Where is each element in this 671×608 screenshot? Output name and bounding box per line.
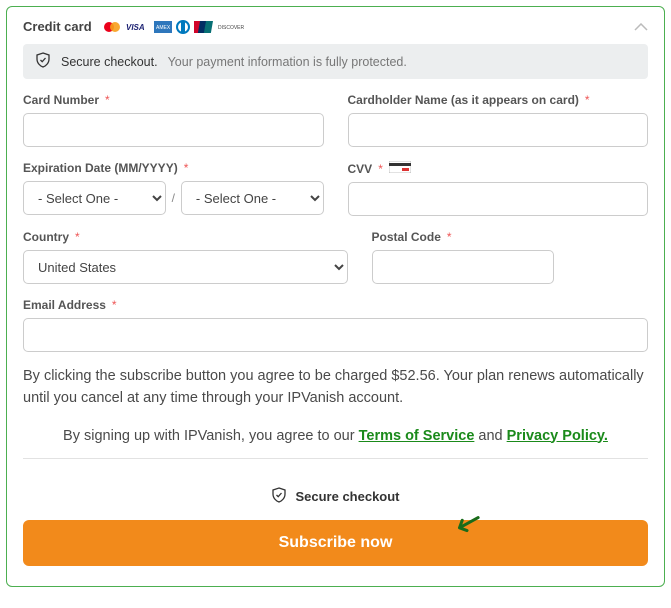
card-number-input[interactable] — [23, 113, 324, 147]
diners-icon — [176, 21, 190, 33]
mastercard-icon — [102, 21, 122, 33]
discover-icon: DISCOVER — [218, 21, 246, 33]
cardholder-label: Cardholder Name (as it appears on card)* — [348, 93, 649, 107]
credit-card-panel: Credit card VISA AMEX DISCOVER Secure ch… — [6, 6, 665, 587]
svg-text:VISA: VISA — [126, 23, 145, 32]
cvv-label: CVV* — [348, 161, 649, 176]
email-label: Email Address* — [23, 298, 648, 312]
shield-check-icon — [271, 487, 287, 506]
postal-input[interactable] — [372, 250, 554, 284]
secure-banner: Secure checkout. Your payment informatio… — [23, 44, 648, 79]
card-logos: VISA AMEX DISCOVER — [102, 21, 246, 33]
secure-checkout-footer: Secure checkout — [23, 487, 648, 506]
terms-link[interactable]: Terms of Service — [359, 428, 475, 444]
postal-label: Postal Code* — [372, 230, 648, 244]
country-select[interactable]: United States — [23, 250, 348, 284]
secure-banner-detail: Your payment information is fully protec… — [168, 55, 407, 69]
divider — [23, 458, 648, 459]
cvv-input[interactable] — [348, 182, 649, 216]
email-input[interactable] — [23, 318, 648, 352]
secure-banner-prefix: Secure checkout. — [61, 55, 158, 69]
expiration-year-select[interactable]: - Select One - — [181, 181, 324, 215]
charge-disclaimer: By clicking the subscribe button you agr… — [23, 366, 648, 410]
panel-header: Credit card VISA AMEX DISCOVER — [23, 19, 648, 34]
agreement-text: By signing up with IPVanish, you agree t… — [23, 428, 648, 444]
panel-title: Credit card — [23, 19, 92, 34]
privacy-link[interactable]: Privacy Policy. — [507, 428, 608, 444]
country-label: Country* — [23, 230, 348, 244]
expiration-label: Expiration Date (MM/YYYY)* — [23, 161, 324, 175]
collapse-icon[interactable] — [634, 20, 648, 34]
cvv-card-icon — [389, 161, 411, 176]
svg-text:AMEX: AMEX — [156, 25, 171, 31]
svg-text:DISCOVER: DISCOVER — [218, 25, 245, 31]
expiration-month-select[interactable]: - Select One - — [23, 181, 166, 215]
subscribe-button[interactable]: Subscribe now — [23, 520, 648, 566]
card-number-label: Card Number* — [23, 93, 324, 107]
shield-check-icon — [35, 52, 51, 71]
cardholder-input[interactable] — [348, 113, 649, 147]
unionpay-icon — [194, 21, 214, 33]
amex-icon: AMEX — [154, 21, 172, 33]
visa-icon: VISA — [126, 21, 150, 33]
expiration-separator: / — [172, 191, 175, 205]
